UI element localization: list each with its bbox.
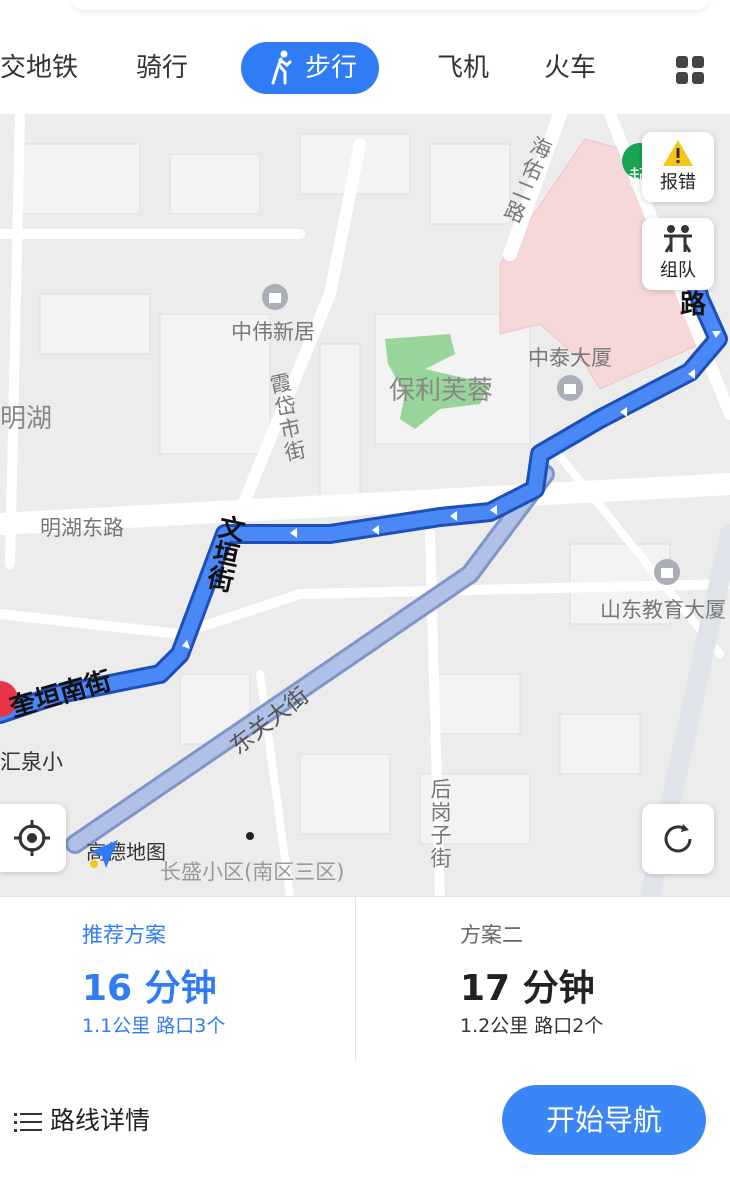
warning-icon bbox=[663, 140, 693, 166]
walk-icon bbox=[271, 50, 292, 85]
tab-walk-label: 步行 bbox=[305, 53, 358, 83]
poi-label: 长盛小区(南区三区) bbox=[160, 860, 345, 884]
locate-button[interactable] bbox=[0, 804, 66, 872]
road-label: 明湖东路 bbox=[40, 516, 124, 540]
route-meta: 1.2公里 路口2个 bbox=[460, 1015, 604, 1037]
start-navigation-button[interactable]: 开始导航 bbox=[502, 1085, 706, 1155]
report-error-label: 报错 bbox=[660, 172, 696, 193]
bottom-action-bar: 路线详情 开始导航 bbox=[0, 1061, 730, 1180]
tab-bike[interactable]: 骑行 bbox=[136, 42, 188, 94]
team-button[interactable]: 组队 bbox=[642, 218, 714, 290]
poi-label: 中泰大厦 bbox=[528, 346, 612, 370]
list-icon bbox=[14, 1111, 42, 1133]
tab-train[interactable]: 火车 bbox=[544, 42, 596, 94]
team-label: 组队 bbox=[660, 260, 696, 281]
tab-transit[interactable]: 交地铁 bbox=[0, 42, 78, 94]
route-meta: 1.1公里 路口3个 bbox=[82, 1015, 226, 1037]
route-time: 17 分钟 bbox=[460, 968, 595, 1009]
locate-icon bbox=[14, 820, 50, 856]
report-error-button[interactable]: 报错 bbox=[642, 132, 714, 202]
tab-walk[interactable]: 步行 bbox=[241, 42, 380, 94]
map-canvas: 起 bbox=[0, 114, 730, 896]
route-title: 推荐方案 bbox=[82, 923, 166, 947]
road-label: 后岗子街 bbox=[428, 778, 452, 870]
poi-label: 明湖 bbox=[0, 404, 53, 434]
poi-label: 保利芙蓉 bbox=[389, 376, 494, 406]
poi-label: 山东教育大厦 bbox=[600, 598, 726, 622]
refresh-icon bbox=[664, 824, 692, 853]
route-options-panel: 推荐方案 16 分钟 1.1公里 路口3个 方案二 17 分钟 1.2公里 路口… bbox=[0, 896, 730, 1062]
route-option-two[interactable]: 方案二 17 分钟 1.2公里 路口2个 bbox=[356, 897, 730, 1061]
refresh-button[interactable] bbox=[642, 804, 714, 874]
amap-logo-icon bbox=[90, 840, 118, 868]
route-time: 16 分钟 bbox=[82, 968, 217, 1009]
search-bar-remnant bbox=[70, 0, 710, 10]
tab-plane[interactable]: 飞机 bbox=[437, 42, 489, 94]
route-details-label: 路线详情 bbox=[50, 1106, 151, 1135]
poi-label: 汇泉小 bbox=[0, 750, 63, 774]
poi-label: 中伟新居 bbox=[231, 320, 315, 344]
team-icon bbox=[664, 225, 692, 253]
map-view[interactable]: 起 中伟新居 保利芙蓉 中泰大厦 山东教育大厦 明湖东路 明湖 霞岱市街 东关大… bbox=[0, 114, 730, 896]
more-modes-grid-icon[interactable] bbox=[676, 56, 704, 84]
route-title: 方案二 bbox=[460, 923, 523, 947]
route-option-recommended[interactable]: 推荐方案 16 分钟 1.1公里 路口3个 bbox=[0, 897, 356, 1061]
transport-mode-tabs: 交地铁 骑行 步行 飞机 火车 bbox=[0, 28, 730, 112]
route-details-link[interactable]: 路线详情 bbox=[14, 1101, 150, 1137]
amap-logo: 高德地图 bbox=[86, 836, 166, 868]
